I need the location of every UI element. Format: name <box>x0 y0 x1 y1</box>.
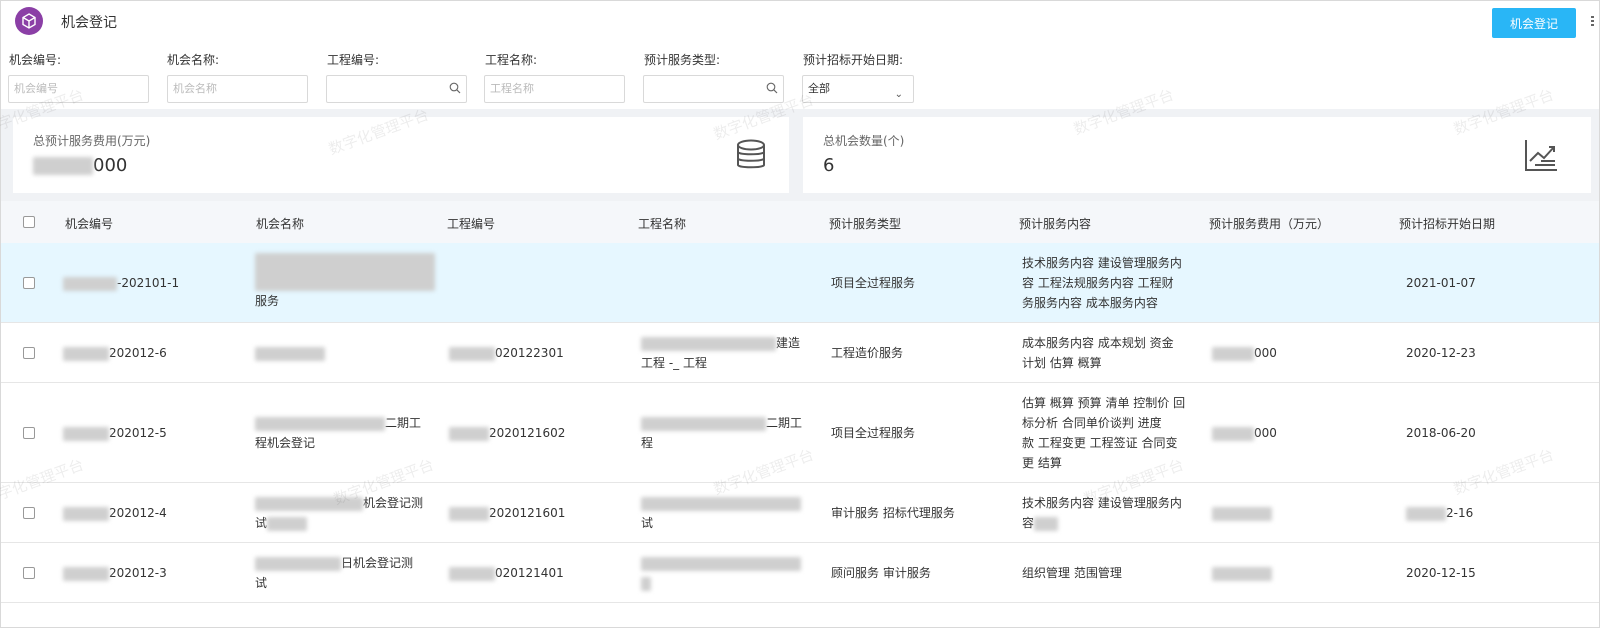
bid-date-select-value: 全部 <box>808 82 830 95</box>
row-service-fee: 000 <box>1212 423 1277 443</box>
bid-date-select[interactable]: 全部 ⌄ <box>802 75 914 103</box>
row-code: 202012-3 <box>63 563 167 583</box>
row-service-fee: 000 <box>1212 343 1277 363</box>
table-row[interactable]: 202012-4 机会登记测试 2020121601 试 审计服务 招标代理服务… <box>1 483 1599 543</box>
more-menu-icon[interactable] <box>1591 14 1600 28</box>
col-bid-date: 预计招标开始日期 <box>1399 217 1496 231</box>
col-service-fee: 预计服务费用（万元） <box>1209 217 1330 231</box>
total-count-value: 6 <box>823 155 835 176</box>
page-title: 机会登记 <box>61 15 117 31</box>
row-service-content: 估算 概算 预算 清单 控制价 回标分析 合同单价谈判 进度款 工程变更 工程签… <box>1022 396 1186 470</box>
row-project-code: 2020121601 <box>449 503 565 523</box>
col-service-type: 预计服务类型 <box>829 217 902 231</box>
table-row[interactable]: -202101-1 服务 项目全过程服务 技术服务内容 建设管理服务内容 工程法… <box>1 243 1599 323</box>
row-checkbox[interactable] <box>23 567 35 579</box>
row-service-type: 顾问服务 审计服务 <box>831 566 931 580</box>
row-code: 202012-6 <box>63 343 167 363</box>
row-name: 二期工 程机会登记 <box>255 416 422 450</box>
col-name: 机会名称 <box>256 217 305 231</box>
project-name-input[interactable] <box>490 76 619 101</box>
row-name: 服务 <box>255 253 435 311</box>
project-code-filter-label: 工程编号: <box>327 53 380 67</box>
row-project-code: 020121401 <box>449 563 564 583</box>
row-bid-date: 2021-01-07 <box>1406 276 1476 290</box>
row-checkbox[interactable] <box>23 347 35 359</box>
row-service-type: 项目全过程服务 <box>831 276 916 290</box>
row-service-type: 项目全过程服务 <box>831 426 916 440</box>
name-input[interactable] <box>173 76 302 101</box>
row-service-fee <box>1212 503 1272 523</box>
row-name: 机会登记测试 <box>255 496 424 531</box>
col-project-code: 工程编号 <box>447 217 496 231</box>
row-service-type: 审计服务 招标代理服务 <box>831 506 955 520</box>
row-project-name: 试 <box>641 493 817 533</box>
row-service-fee <box>1212 563 1272 583</box>
project-name-filter-input[interactable] <box>484 75 625 103</box>
total-fee-card: 总预计服务费用(万元) 000 <box>13 117 789 193</box>
service-type-input[interactable] <box>649 76 759 101</box>
table-row[interactable]: 202012-6 020122301 建造 工程 -_ 工程 工程造价服务 成本服… <box>1 323 1599 383</box>
bid-date-filter-label: 预计招标开始日期: <box>803 53 904 67</box>
row-code: 202012-5 <box>63 423 167 443</box>
row-bid-date: 2020-12-15 <box>1406 566 1476 580</box>
col-project-name: 工程名称 <box>638 217 687 231</box>
row-service-content: 成本服务内容 成本规划 资金 计划 估算 概算 <box>1022 336 1174 370</box>
col-code: 机会编号 <box>65 217 114 231</box>
service-type-filter-input[interactable] <box>643 75 784 103</box>
row-service-content: 技术服务内容 建设管理服务内容 工程法规服务内容 工程财 务服务内容 成本服务内容 <box>1022 256 1182 310</box>
trend-chart-icon <box>1525 140 1557 171</box>
chevron-down-icon: ⌄ <box>894 89 903 100</box>
row-code: 202012-4 <box>63 503 167 523</box>
total-fee-value: 000 <box>33 155 127 176</box>
code-filter-input[interactable] <box>8 75 149 103</box>
project-code-filter-input[interactable] <box>326 75 467 103</box>
row-bid-date: 2020-12-23 <box>1406 346 1476 360</box>
name-filter-input[interactable] <box>167 75 308 103</box>
filter-bar: 机会编号: 机会名称: 工程编号: 工程名称: 预计服务类型: 预计招标开始日期… <box>1 43 1599 109</box>
row-name <box>255 343 325 363</box>
row-project-code: 020122301 <box>449 343 564 363</box>
total-count-card: 总机会数量(个) 6 <box>803 117 1591 193</box>
name-filter-label: 机会名称: <box>167 53 220 67</box>
row-bid-date: 2018-06-20 <box>1406 426 1476 440</box>
row-code: -202101-1 <box>63 273 179 293</box>
page-header: 机会登记 机会登记 <box>1 1 1599 43</box>
project-code-input[interactable] <box>332 76 442 101</box>
row-service-content: 组织管理 范围管理 <box>1022 566 1122 580</box>
row-service-content: 技术服务内容 建设管理服务内容 <box>1022 496 1182 531</box>
search-icon[interactable] <box>766 82 778 94</box>
row-project-name: 建造 工程 -_ 工程 <box>641 336 801 370</box>
service-type-filter-label: 预计服务类型: <box>644 53 721 67</box>
row-project-code: 2020121602 <box>449 423 565 443</box>
total-count-label: 总机会数量(个) <box>823 134 905 148</box>
row-project-name <box>641 553 817 593</box>
row-checkbox[interactable] <box>23 507 35 519</box>
search-icon[interactable] <box>449 82 461 94</box>
row-project-name: 二期工程 <box>641 416 803 450</box>
row-bid-date: 2-16 <box>1406 503 1473 523</box>
table-row[interactable]: 202012-5 二期工 程机会登记 2020121602 二期工程 项目全过程服… <box>1 383 1599 483</box>
database-icon <box>737 139 765 169</box>
row-checkbox[interactable] <box>23 427 35 439</box>
row-name: 日机会登记测试 <box>255 556 414 590</box>
total-fee-label: 总预计服务费用(万元) <box>33 134 151 148</box>
col-service-content: 预计服务内容 <box>1019 217 1092 231</box>
select-all-checkbox[interactable] <box>23 216 35 228</box>
code-filter-label: 机会编号: <box>9 53 62 67</box>
row-service-type: 工程造价服务 <box>831 346 904 360</box>
app-window: 机会登记 机会登记 机会编号: 机会名称: 工程编号: 工程名称: 预计服务类型… <box>0 0 1600 628</box>
register-opportunity-button[interactable]: 机会登记 <box>1492 8 1576 38</box>
table-row[interactable]: 202012-3 日机会登记测试 020121401 顾问服务 审计服务 组织管… <box>1 543 1599 603</box>
code-input[interactable] <box>14 76 143 101</box>
cube-logo-icon <box>15 7 43 35</box>
project-name-filter-label: 工程名称: <box>485 53 538 67</box>
row-checkbox[interactable] <box>23 277 35 289</box>
table-header: 机会编号 机会名称 工程编号 工程名称 预计服务类型 预计服务内容 预计服务费用… <box>1 201 1599 243</box>
